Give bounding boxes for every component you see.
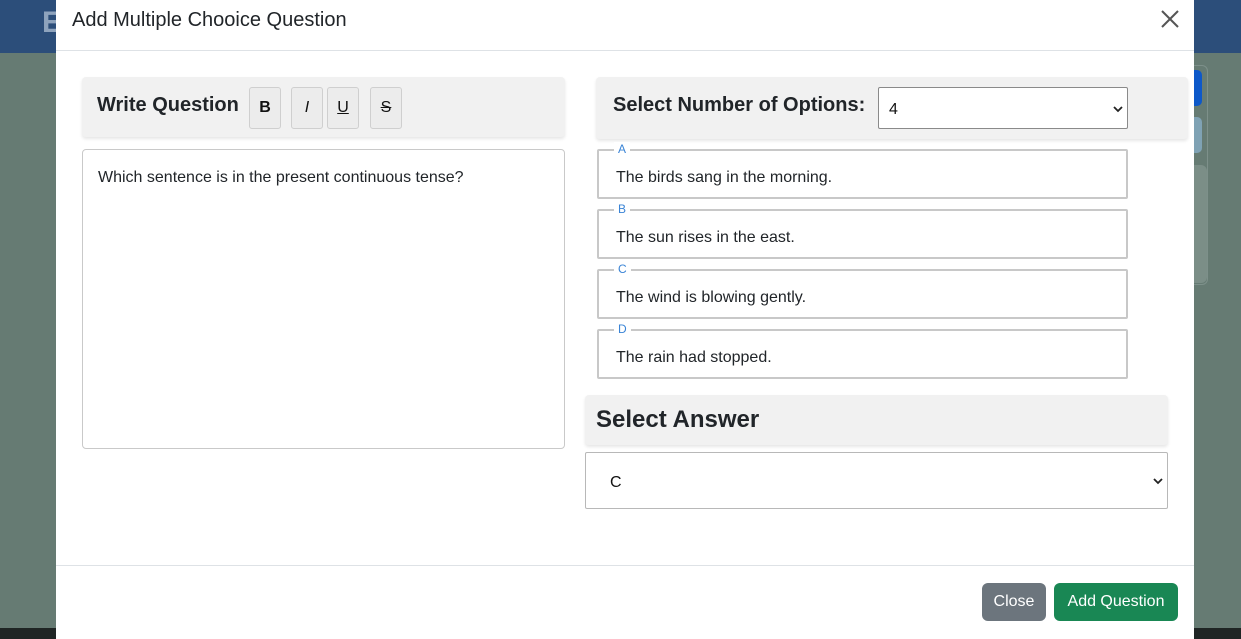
close-icon[interactable] xyxy=(1159,8,1181,30)
number-of-options-value: 4 xyxy=(889,101,898,118)
option-c-field[interactable]: C The wind is blowing gently. xyxy=(597,262,1128,319)
number-of-options-select[interactable]: 4 xyxy=(878,87,1128,129)
add-question-button[interactable]: Add Question xyxy=(1054,583,1178,621)
add-question-modal: Add Multiple Chooice Question Write Ques… xyxy=(56,0,1194,639)
modal-footer: Close Add Question xyxy=(56,565,1194,639)
chevron-down-icon xyxy=(1153,478,1163,485)
close-button[interactable]: Close xyxy=(982,583,1046,621)
option-a-field[interactable]: A The birds sang in the morning. xyxy=(597,142,1128,199)
strikethrough-button[interactable]: S xyxy=(370,87,402,129)
select-answer-label: Select Answer xyxy=(596,406,760,433)
option-c-text: The wind is blowing gently. xyxy=(616,289,807,306)
number-of-options-label: Select Number of Options: xyxy=(613,94,866,116)
modal-header: Add Multiple Chooice Question xyxy=(56,0,1194,51)
chevron-down-icon xyxy=(1113,106,1123,113)
option-c-letter: C xyxy=(614,262,631,276)
option-b-field[interactable]: B The sun rises in the east. xyxy=(597,202,1128,259)
option-d-letter: D xyxy=(614,322,631,336)
italic-button[interactable]: I xyxy=(291,87,323,129)
answer-select-value: C xyxy=(610,474,622,491)
write-question-label: Write Question xyxy=(97,94,239,116)
answer-select[interactable]: C xyxy=(585,452,1168,509)
underline-button[interactable]: U xyxy=(327,87,359,129)
write-question-toolbar: Write Question B I U S xyxy=(82,77,565,137)
options-header: Select Number of Options: 4 xyxy=(596,77,1188,139)
option-b-text: The sun rises in the east. xyxy=(616,229,795,246)
option-d-field[interactable]: D The rain had stopped. xyxy=(597,322,1128,379)
option-a-text: The birds sang in the morning. xyxy=(616,169,833,186)
option-b-letter: B xyxy=(614,202,631,216)
question-editor[interactable]: Which sentence is in the present continu… xyxy=(82,149,565,449)
option-a-letter: A xyxy=(614,142,631,156)
modal-title: Add Multiple Chooice Question xyxy=(72,9,347,31)
bold-button[interactable]: B xyxy=(249,87,281,129)
select-answer-header: Select Answer xyxy=(585,395,1168,445)
option-d-text: The rain had stopped. xyxy=(616,349,772,366)
